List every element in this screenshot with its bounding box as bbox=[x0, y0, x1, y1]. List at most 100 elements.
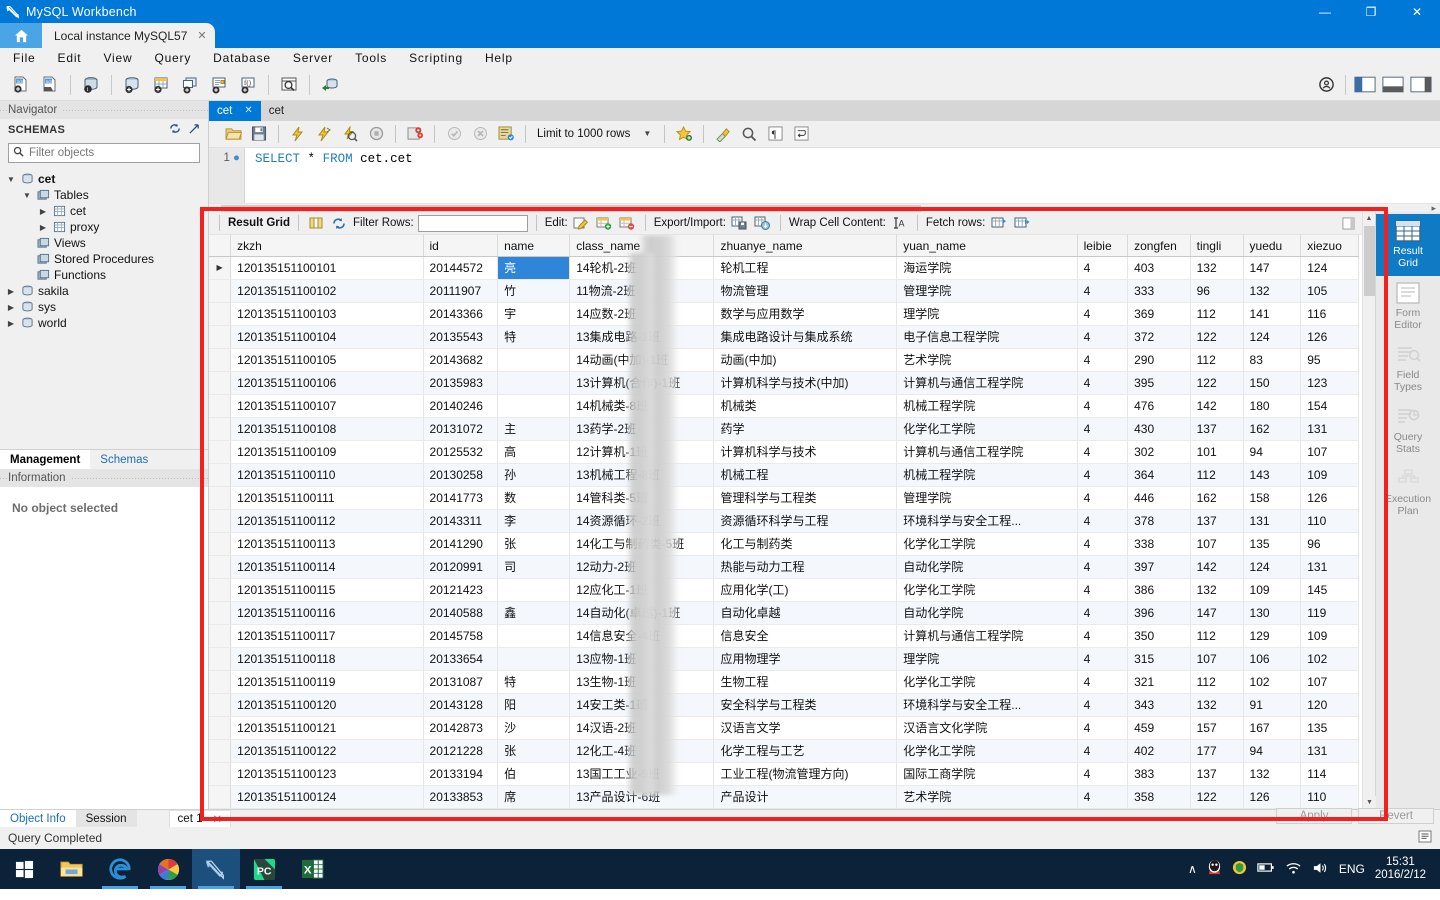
beautify-sql-icon[interactable] bbox=[711, 123, 735, 145]
cell-leibie[interactable]: 4 bbox=[1077, 394, 1129, 418]
cell-leibie[interactable]: 4 bbox=[1077, 325, 1129, 349]
cell-leibie[interactable]: 4 bbox=[1077, 785, 1129, 809]
cell-name[interactable]: 张 bbox=[497, 532, 571, 556]
open-sql-script-icon[interactable]: SQL bbox=[37, 72, 63, 98]
result-grid-scroll[interactable]: zkzh id name class_name zhuanye_name yua… bbox=[209, 235, 1362, 809]
row-marker[interactable] bbox=[209, 716, 232, 740]
menu-file[interactable]: File bbox=[10, 50, 39, 66]
cell-class_name[interactable]: 14轮机-2班 bbox=[569, 256, 715, 280]
row-marker[interactable] bbox=[209, 532, 232, 556]
cell-xiezuo[interactable]: 135 bbox=[1300, 716, 1359, 740]
sql-text[interactable]: SELECT * FROM cet.cet bbox=[245, 148, 413, 203]
column-header-class-name[interactable]: class_name bbox=[569, 235, 715, 257]
cell-leibie[interactable]: 4 bbox=[1077, 417, 1129, 441]
cell-name[interactable]: 高 bbox=[497, 440, 571, 464]
volume-icon[interactable] bbox=[1312, 861, 1329, 878]
toggle-query-mode-icon[interactable] bbox=[494, 123, 518, 145]
row-marker[interactable] bbox=[209, 624, 232, 648]
table-row[interactable]: 120135151100121 20142873 沙 14汉语-2班 汉语言文学 汉语言文… bbox=[209, 716, 1359, 740]
cell-zhuanye_name[interactable]: 管理科学与工程类 bbox=[713, 486, 898, 510]
cell-yuan_name[interactable]: 理学院 bbox=[896, 302, 1078, 326]
close-icon[interactable]: ✕ bbox=[212, 812, 222, 826]
fetch-all-rows-icon[interactable] bbox=[1012, 214, 1031, 233]
cell-zkzh[interactable]: 120135151100106 bbox=[230, 371, 424, 395]
cell-name[interactable]: 数 bbox=[497, 486, 571, 510]
settings-gear-icon[interactable] bbox=[1313, 72, 1339, 98]
save-script-icon[interactable] bbox=[247, 123, 271, 145]
cell-yuedu[interactable]: 109 bbox=[1243, 578, 1302, 602]
cell-zongfen[interactable]: 459 bbox=[1127, 716, 1191, 740]
cell-zongfen[interactable]: 302 bbox=[1127, 440, 1191, 464]
cell-zkzh[interactable]: 120135151100104 bbox=[230, 325, 424, 349]
cell-zongfen[interactable]: 343 bbox=[1127, 693, 1191, 717]
filter-objects-input[interactable] bbox=[8, 143, 200, 163]
sidebar-tab-schemas[interactable]: Schemas bbox=[90, 450, 158, 469]
cell-zhuanye_name[interactable]: 应用物理学 bbox=[713, 647, 898, 671]
cell-zhuanye_name[interactable]: 资源循环科学与工程 bbox=[713, 509, 898, 533]
new-schema-icon[interactable] bbox=[119, 72, 145, 98]
cell-xiezuo[interactable]: 110 bbox=[1300, 509, 1359, 533]
cell-xiezuo[interactable]: 96 bbox=[1300, 532, 1359, 556]
cell-leibie[interactable]: 4 bbox=[1077, 371, 1129, 395]
cell-yuan_name[interactable]: 化学化工学院 bbox=[896, 417, 1078, 441]
cell-name[interactable]: 特 bbox=[497, 325, 571, 349]
row-marker[interactable] bbox=[209, 302, 232, 326]
cell-name[interactable] bbox=[497, 348, 571, 372]
start-button[interactable] bbox=[0, 849, 48, 889]
cell-name[interactable]: 司 bbox=[497, 555, 571, 579]
cell-yuan_name[interactable]: 艺术学院 bbox=[896, 785, 1078, 809]
cell-yuan_name[interactable]: 计算机与通信工程学院 bbox=[896, 440, 1078, 464]
refresh-icon[interactable] bbox=[169, 123, 181, 137]
home-tab[interactable] bbox=[0, 23, 42, 48]
cell-zhuanye_name[interactable]: 物流管理 bbox=[713, 279, 898, 303]
cell-xiezuo[interactable]: 107 bbox=[1300, 670, 1359, 694]
cell-tingli[interactable]: 137 bbox=[1190, 509, 1244, 533]
result-set-tab-cet-1[interactable]: cet 1 ✕ bbox=[168, 810, 232, 827]
cell-zhuanye_name[interactable]: 安全科学与工程类 bbox=[713, 693, 898, 717]
toggle-grid-columns-icon[interactable] bbox=[307, 214, 326, 233]
cell-class_name[interactable]: 12动力-2班 bbox=[569, 555, 715, 579]
commit-icon[interactable] bbox=[442, 123, 466, 145]
table-row[interactable]: 120135151100115 20121423 12应化工-1班 应用化学(工) 化学… bbox=[209, 578, 1359, 602]
explain-query-icon[interactable] bbox=[338, 123, 362, 145]
cell-zongfen[interactable]: 333 bbox=[1127, 279, 1191, 303]
cell-tingli[interactable]: 122 bbox=[1190, 785, 1244, 809]
table-row[interactable]: 120135151100119 20131087 特 13生物-1班 生物工程 化学化工学… bbox=[209, 670, 1359, 694]
disclosure-triangle-icon[interactable]: ▶ bbox=[6, 303, 16, 312]
rail-item-field-types[interactable]: Field Types bbox=[1376, 338, 1440, 400]
cell-yuan_name[interactable]: 机械工程学院 bbox=[896, 463, 1078, 487]
cell-yuedu[interactable]: 167 bbox=[1243, 716, 1302, 740]
cell-zkzh[interactable]: 120135151100101 bbox=[230, 256, 424, 280]
cell-class_name[interactable]: 14应数-2班 bbox=[569, 302, 715, 326]
cell-xiezuo[interactable]: 114 bbox=[1300, 762, 1359, 786]
cell-leibie[interactable]: 4 bbox=[1077, 716, 1129, 740]
column-header-yuan-name[interactable]: yuan_name bbox=[896, 235, 1078, 257]
cell-class_name[interactable]: 14汉语-2班 bbox=[569, 716, 715, 740]
menu-edit[interactable]: Edit bbox=[55, 50, 85, 66]
cell-id[interactable]: 20130258 bbox=[423, 463, 499, 487]
tree-node-sys[interactable]: ▶ sys bbox=[0, 299, 208, 315]
cell-xiezuo[interactable]: 154 bbox=[1300, 394, 1359, 418]
cell-leibie[interactable]: 4 bbox=[1077, 693, 1129, 717]
cell-xiezuo[interactable]: 124 bbox=[1300, 256, 1359, 280]
input-language-indicator[interactable]: ENG bbox=[1339, 862, 1365, 876]
cell-zongfen[interactable]: 383 bbox=[1127, 762, 1191, 786]
cell-tingli[interactable]: 132 bbox=[1190, 578, 1244, 602]
close-icon[interactable]: ✕ bbox=[197, 29, 206, 42]
cell-class_name[interactable]: 14信息安全-4班 bbox=[569, 624, 715, 648]
browser-button[interactable] bbox=[144, 849, 192, 889]
inspector-icon[interactable]: i bbox=[78, 72, 104, 98]
toggle-word-wrap-icon[interactable] bbox=[789, 123, 813, 145]
cell-tingli[interactable]: 112 bbox=[1190, 348, 1244, 372]
fetch-next-rows-icon[interactable] bbox=[989, 214, 1008, 233]
new-sql-tab-icon[interactable]: SQL bbox=[8, 72, 34, 98]
cell-name[interactable]: 主 bbox=[497, 417, 571, 441]
cell-zhuanye_name[interactable]: 生物工程 bbox=[713, 670, 898, 694]
cell-id[interactable]: 20142873 bbox=[423, 716, 499, 740]
cell-zkzh[interactable]: 120135151100119 bbox=[230, 670, 424, 694]
cell-zhuanye_name[interactable]: 化工与制药类 bbox=[713, 532, 898, 556]
cell-name[interactable] bbox=[497, 578, 571, 602]
table-row[interactable]: 120135151100123 20133194 伯 13国工工业-5班 工业工程(物流… bbox=[209, 762, 1359, 786]
filter-rows-input[interactable] bbox=[417, 214, 528, 232]
cell-yuedu[interactable]: 158 bbox=[1243, 486, 1302, 510]
